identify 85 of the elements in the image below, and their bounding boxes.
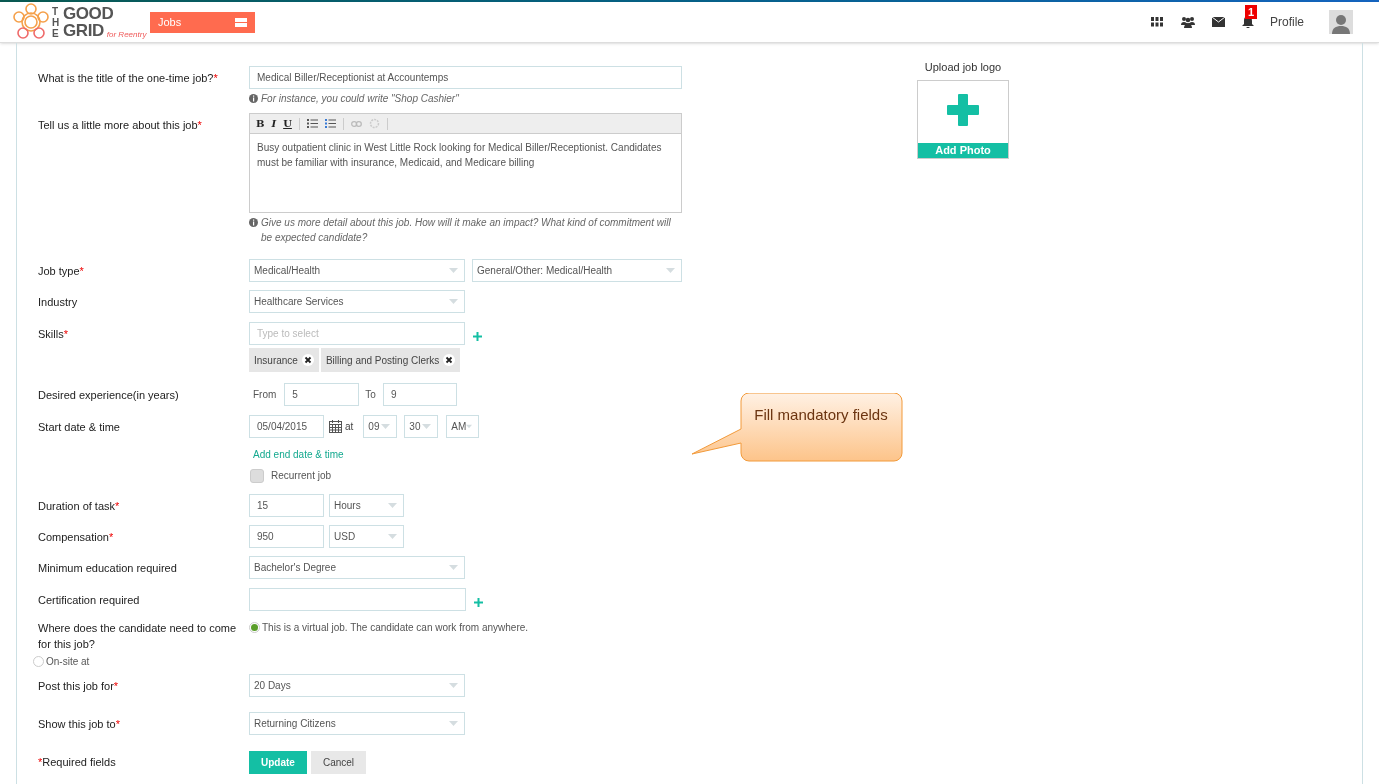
dropdown-caret-icon [381,424,391,429]
field-label: What is the title of the one-time job?* [38,71,219,86]
dropdown-caret-icon [388,534,397,539]
remove-icon[interactable] [443,354,456,366]
field-label: Show this job to* [38,717,121,732]
hint-text: Give us more detail about this job. How will it make an impact? What kind of commitment will be expected candidate? [261,216,672,245]
dropdown[interactable]: 30 [404,415,439,438]
dropdown[interactable]: Hours [329,494,404,517]
input-field[interactable]: 9 [382,383,457,406]
callout: Fill mandatory fields [691,393,903,463]
profile-link[interactable]: Profile [1270,13,1304,31]
cancel-button[interactable]: Cancel [310,751,367,774]
dropdown[interactable]: Medical/Health [249,259,465,282]
underline-button[interactable]: U [283,116,292,131]
remove-icon[interactable] [301,354,314,366]
to-label: To [365,388,376,402]
dropdown[interactable]: Returning Citizens [249,712,465,735]
skill-tag: Billing and Posting Clerks [320,348,461,372]
checkbox-label: Recurrent job [271,469,332,483]
dropdown[interactable]: USD [329,525,404,548]
input-field[interactable]: 15 [249,494,324,517]
dropdown[interactable]: 09 [363,415,398,438]
mail-icon[interactable] [1212,17,1225,27]
text-editor[interactable]: B I U Busy outpatient clinic in West Little Rock looking for Medical Biller/Receptionist. Candidates must be familiar with insurance, Medicaid, and Medicare billing [249,113,682,213]
checkbox[interactable] [250,468,264,483]
menu-icon [235,17,247,27]
avatar[interactable] [1329,10,1353,34]
dropdown-caret-icon [449,721,458,726]
logo-text: GRID [63,22,104,39]
users-icon[interactable] [1181,16,1195,28]
plus-icon [946,92,980,127]
field-label: Job type* [38,264,85,279]
field-label: Tell us a little more about this job* [38,118,203,133]
logo-tagline: for Reentry [106,31,147,39]
skill-tag: Insurance [249,348,319,372]
field-label: Certification required [38,593,141,608]
field-label: Duration of task* [38,499,121,514]
dropdown-caret-icon [449,268,458,273]
radio-label: This is a virtual job. The candidate can work from anywhere. [262,621,529,635]
logo-text: GOOD [63,5,115,22]
input-field[interactable]: 5 [284,383,360,406]
dropdown[interactable]: 20 Days [249,674,465,697]
field-label: Minimum education required [38,561,178,576]
dropdown-caret-icon [666,268,675,273]
from-label: From [253,388,277,402]
radio-button[interactable] [249,622,260,633]
dropdown-caret-icon [466,424,473,429]
input-field[interactable]: 05/04/2015 [249,415,324,438]
hint-text: For instance, you could write "Shop Cashier" [261,92,459,106]
required-fields-note: *Required fields [38,755,117,771]
input-field[interactable]: Medical Biller/Receptionist at Accountemps [249,66,682,89]
dropdown-caret-icon [449,565,458,570]
field-label: Post this job for* [38,679,120,694]
radio-button[interactable] [33,656,44,667]
field-label: Skills* [38,327,69,342]
bold-button[interactable]: B [256,116,265,131]
dropdown-caret-icon [449,299,458,304]
field-label: Industry [38,295,79,310]
dropdown[interactable]: General/Other: Medical/Health [472,259,682,282]
upload-title: Upload job logo [924,60,1002,75]
dropdown-caret-icon [422,424,432,429]
bullet-list-icon[interactable] [306,119,318,128]
input-field[interactable]: 950 [249,525,324,548]
numbered-list-icon[interactable] [324,119,336,128]
dropdown[interactable]: Healthcare Services [249,290,465,313]
at-label: at [345,420,354,434]
flower-logo-icon [12,3,50,41]
input-field[interactable] [249,588,466,611]
italic-button[interactable]: I [271,116,277,131]
notification-badge: 1 [1245,5,1258,19]
input-field[interactable]: Type to select [249,322,465,345]
field-label: Where does the candidate need to come for this job? [38,621,238,652]
dropdown[interactable]: Bachelor's Degree [249,556,465,579]
field-label: Desired experience(in years) [38,388,180,403]
field-label: Compensation* [38,530,115,545]
dropdown-caret-icon [449,683,458,688]
grid-icon[interactable] [1151,17,1163,27]
logo-text: THE [52,5,61,39]
info-icon [249,218,258,227]
calendar-icon[interactable] [329,420,342,433]
info-icon [249,94,258,103]
field-label: Start date & time [38,420,121,435]
radio-label: On-site at [46,655,90,669]
dropdown-caret-icon [388,503,397,508]
dropdown[interactable]: AM [446,415,480,438]
